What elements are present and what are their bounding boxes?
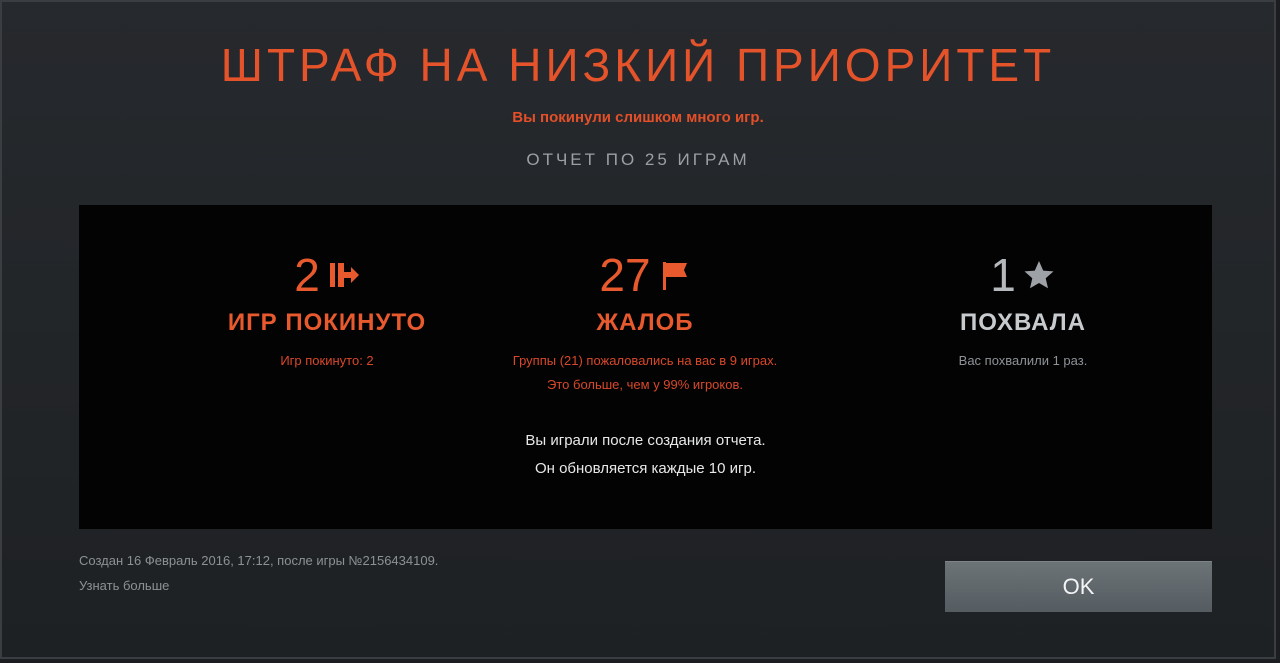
commends-desc: Вас похвалили 1 раз.: [958, 353, 1088, 368]
abandoned-count: 2: [294, 249, 320, 301]
ok-button[interactable]: OK: [945, 561, 1212, 612]
flag-icon: [657, 258, 691, 292]
created-info: Создан 16 Февраль 2016, 17:12, после игр…: [79, 553, 439, 568]
reports-desc-line2: Это больше, чем у 99% игроков.: [547, 377, 743, 392]
update-note-line1: Вы играли после создания отчета.: [525, 432, 766, 449]
stat-commends: 1 ПОХВАЛА Вас похвалили 1 раз.: [833, 247, 1213, 373]
star-icon: [1022, 258, 1056, 292]
commends-count-row: 1: [833, 247, 1213, 303]
dialog-subtitle: Вы покинули слишком много игр.: [512, 109, 764, 126]
update-note: Вы играли после создания отчета. Он обно…: [79, 427, 1212, 483]
reports-count: 27: [599, 249, 651, 301]
stats-panel: 2 ИГР ПОКИНУТО Игр покинуто: 2 27 ЖАЛОБ …: [79, 205, 1212, 529]
commends-count: 1: [990, 249, 1016, 301]
commends-label: ПОХВАЛА: [960, 309, 1086, 336]
low-priority-dialog: ШТРАФ НА НИЗКИЙ ПРИОРИТЕТ Вы покинули сл…: [0, 0, 1276, 659]
dialog-title: ШТРАФ НА НИЗКИЙ ПРИОРИТЕТ: [220, 39, 1056, 91]
update-note-line2: Он обновляется каждые 10 игр.: [534, 460, 757, 477]
stat-reports: 27 ЖАЛОБ Группы (21) пожаловались на вас…: [455, 247, 835, 397]
report-label: ОТЧЕТ ПО 25 ИГРАМ: [526, 150, 750, 169]
exit-door-icon: [326, 258, 360, 292]
reports-desc-line1: Группы (21) пожаловались на вас в 9 игра…: [512, 353, 778, 368]
reports-count-row: 27: [455, 247, 835, 303]
reports-label: ЖАЛОБ: [596, 309, 694, 336]
learn-more-link[interactable]: Узнать больше: [79, 578, 169, 593]
reports-desc: Группы (21) пожаловались на вас в 9 игра…: [455, 349, 835, 397]
